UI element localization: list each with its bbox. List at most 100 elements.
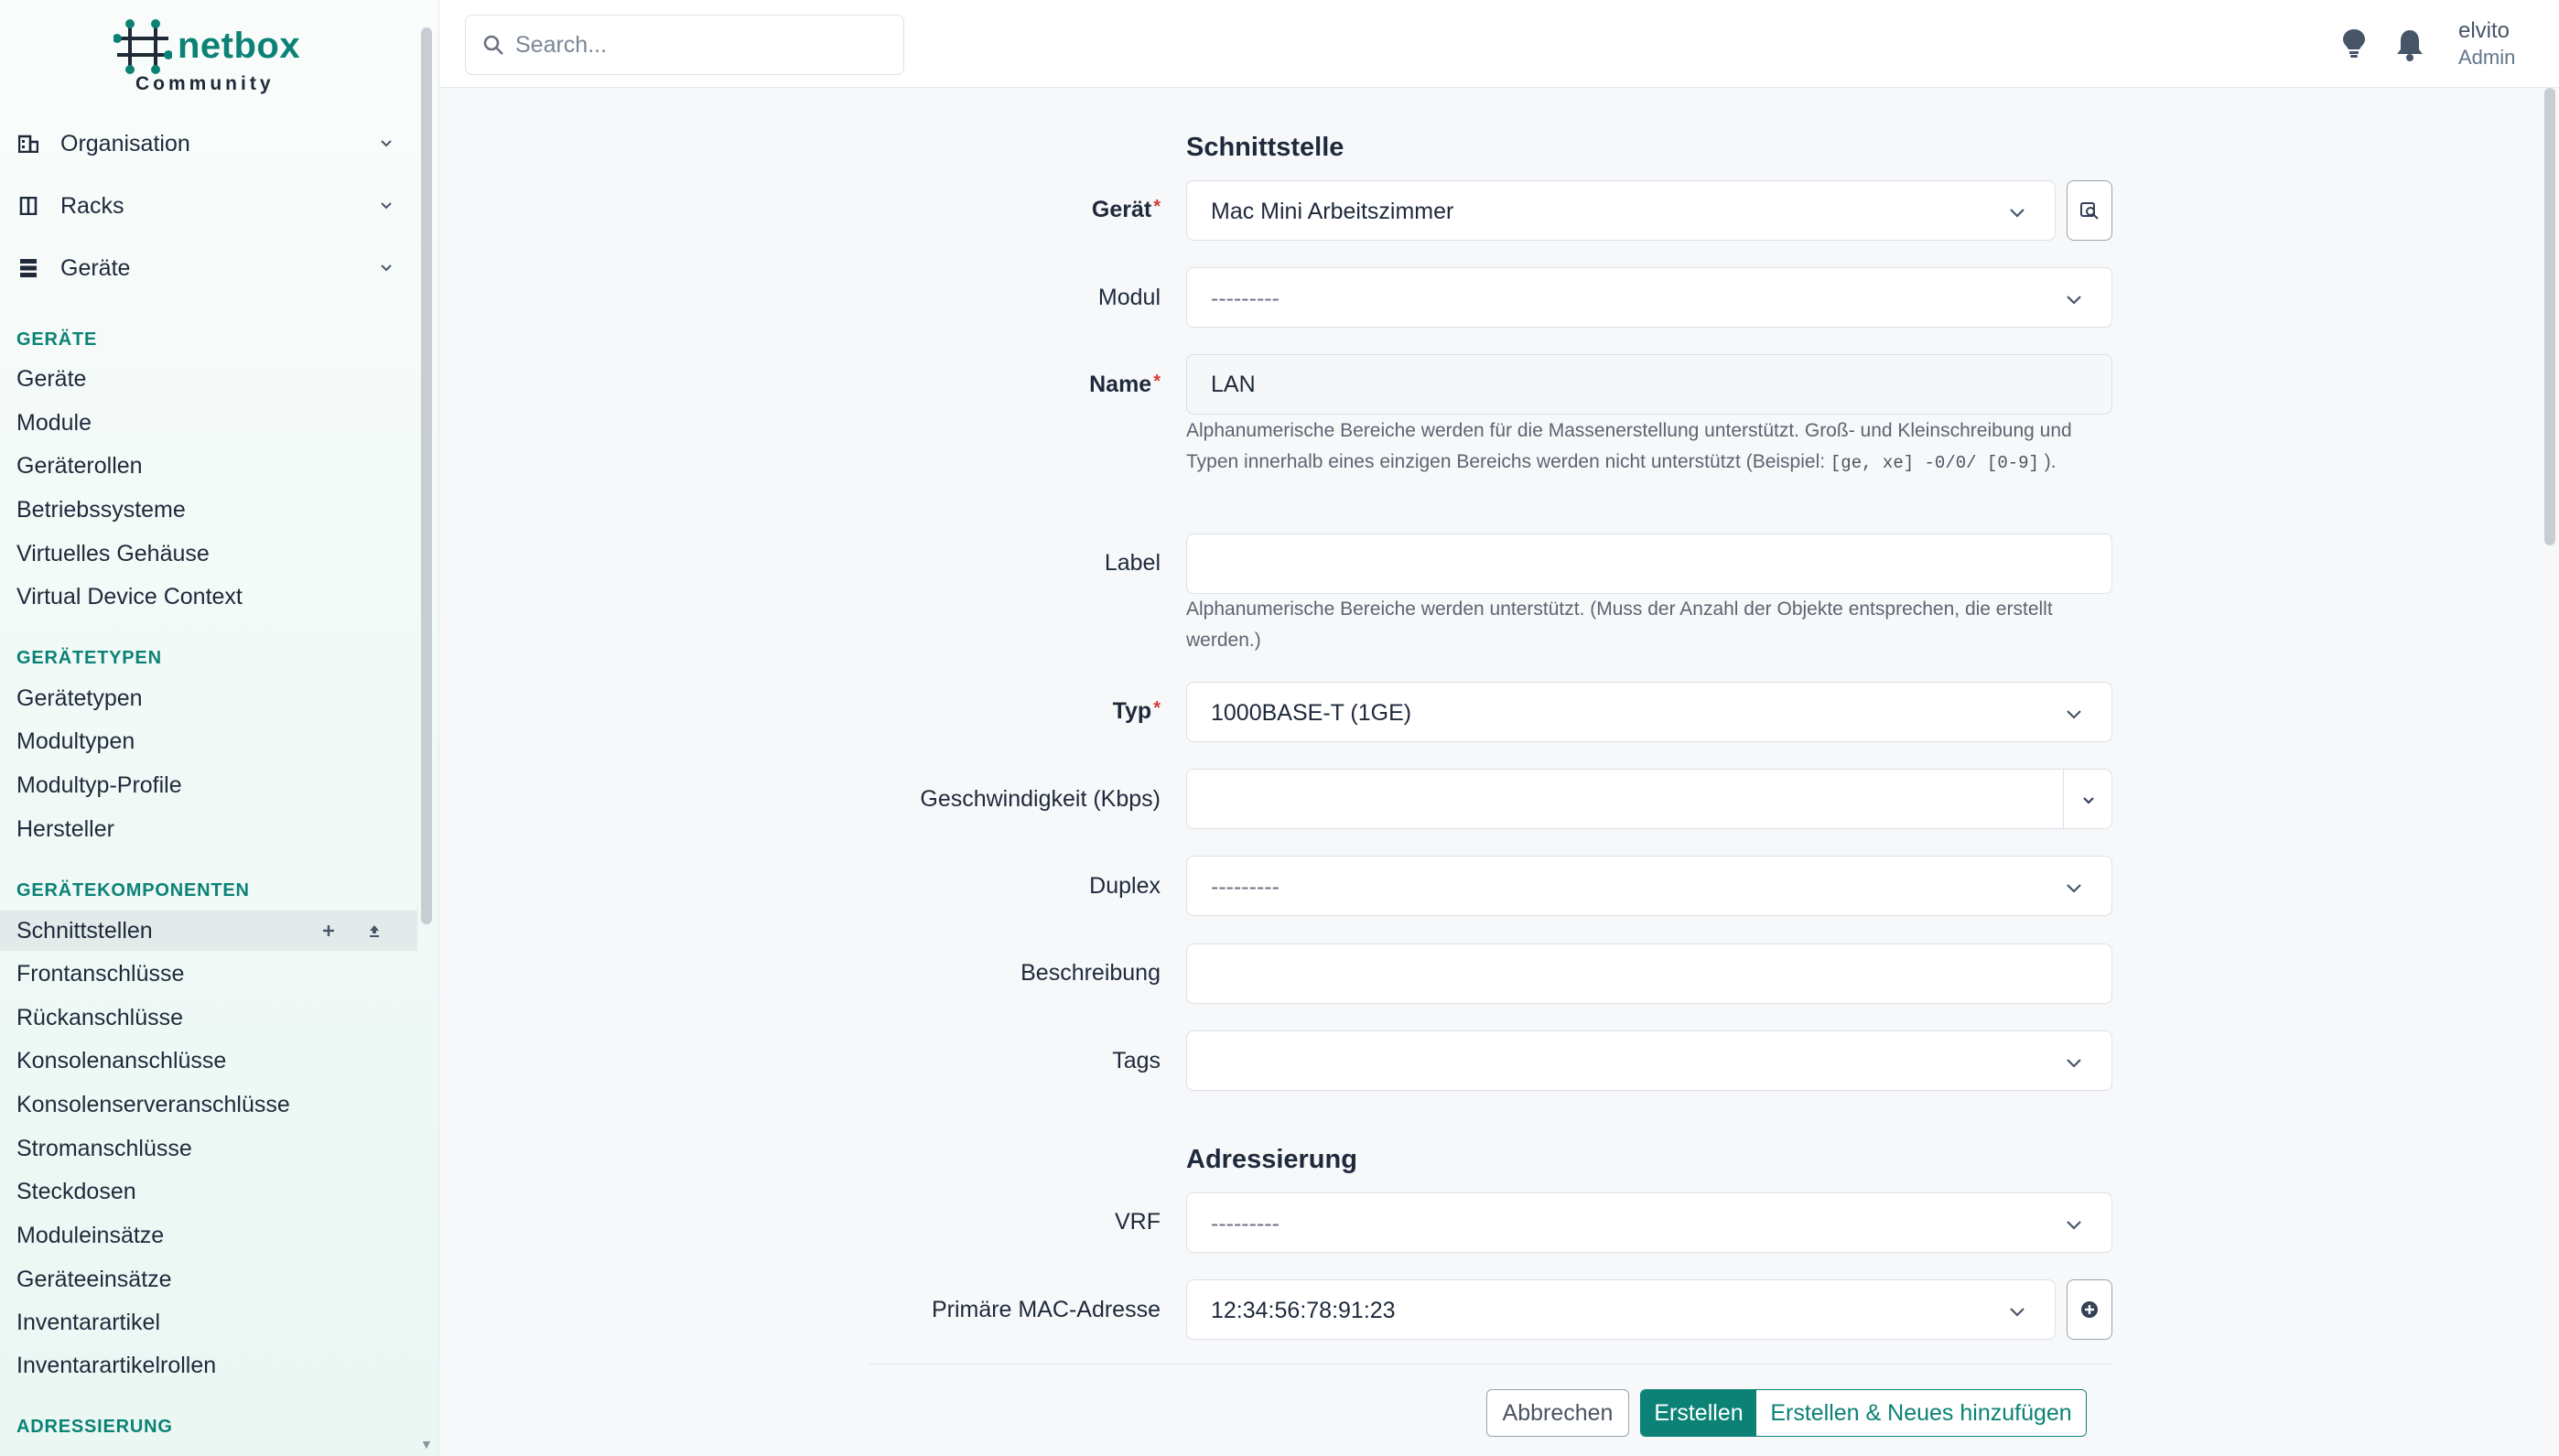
sidebar-item-console-ports[interactable]: Konsolenanschlüsse xyxy=(0,1041,417,1081)
device-select-value: Mac Mini Arbeitszimmer xyxy=(1211,199,1454,224)
required-marker: * xyxy=(1153,372,1161,392)
netbox-logo[interactable]: netbox Community xyxy=(110,16,311,99)
sidebar: netbox Community Organisation Racks Gerä… xyxy=(0,0,439,1456)
section-title-device-components: GERÄTEKOMPONENTEN xyxy=(16,880,250,901)
sidebar-item-manufacturers[interactable]: Hersteller xyxy=(0,809,417,849)
plus-icon[interactable] xyxy=(317,919,340,943)
sidebar-item-virtual-chassis[interactable]: Virtuelles Gehäuse xyxy=(0,534,417,574)
sidebar-item-inventory-items[interactable]: Inventarartikel xyxy=(0,1302,417,1343)
cancel-button[interactable]: Abbrechen xyxy=(1486,1389,1629,1437)
sidebar-item-device-bays[interactable]: Geräteeinsätze xyxy=(0,1259,417,1300)
sidebar-item-power-outlets[interactable]: Steckdosen xyxy=(0,1171,417,1212)
sidebar-item-label: Rückanschlüsse xyxy=(16,1004,184,1030)
sidebar-item-device-types[interactable]: Gerätetypen xyxy=(0,678,417,718)
building-icon xyxy=(16,132,40,156)
device-select[interactable]: Mac Mini Arbeitszimmer xyxy=(1186,180,2056,241)
description-input[interactable] xyxy=(1211,954,2043,994)
sidebar-item-module-type-profiles[interactable]: Modultyp-Profile xyxy=(0,765,417,805)
sidebar-item-rear-ports[interactable]: Rückanschlüsse xyxy=(0,998,417,1038)
sidebar-item-label: Betriebssysteme xyxy=(16,496,186,523)
chevron-down-icon xyxy=(381,202,392,210)
bell-icon[interactable] xyxy=(2394,27,2425,62)
sidebar-item-label: Gerätetypen xyxy=(16,685,143,711)
chevron-down-icon xyxy=(2067,710,2081,719)
duplex-select[interactable]: --------- xyxy=(1186,856,2112,916)
type-select[interactable]: 1000BASE-T (1GE) xyxy=(1186,682,2112,742)
create-and-add-button[interactable]: Erstellen & Neues hinzufügen xyxy=(1756,1390,2086,1436)
tags-label: Tags xyxy=(1112,1048,1161,1073)
sidebar-item-label: Schnittstellen xyxy=(16,917,153,944)
scroll-down-arrow-icon[interactable]: ▼ xyxy=(420,1437,433,1451)
sidebar-item-label: Steckdosen xyxy=(16,1178,136,1204)
sidebar-item-interfaces[interactable]: Schnittstellen xyxy=(0,911,417,951)
sidebar-item-label: Modultyp-Profile xyxy=(16,771,182,798)
menu-group-organisation[interactable]: Organisation xyxy=(0,118,417,169)
device-selector-button[interactable] xyxy=(2067,180,2112,241)
type-select-value: 1000BASE-T (1GE) xyxy=(1211,700,1412,726)
sidebar-item-label: Moduleinsätze xyxy=(16,1222,165,1248)
module-select-value: --------- xyxy=(1211,286,1280,311)
lightbulb-icon[interactable] xyxy=(2339,27,2369,60)
search-box[interactable] xyxy=(465,15,904,75)
sidebar-item-devices[interactable]: Geräte xyxy=(0,359,417,399)
menu-group-label: Geräte xyxy=(60,254,131,281)
sidebar-item-module-bays[interactable]: Moduleinsätze xyxy=(0,1215,417,1256)
sidebar-scrollbar[interactable] xyxy=(421,27,432,924)
sidebar-item-label: Frontanschlüsse xyxy=(16,960,185,987)
menu-group-label: Organisation xyxy=(60,130,190,156)
sidebar-item-console-server-ports[interactable]: Konsolenserveranschlüsse xyxy=(0,1084,417,1125)
label-input-field[interactable] xyxy=(1186,534,2112,594)
speed-input-field[interactable] xyxy=(1186,769,2112,829)
speed-input[interactable] xyxy=(1211,779,2016,819)
upload-icon[interactable] xyxy=(362,919,386,943)
user-menu[interactable]: elvito Admin xyxy=(2458,18,2515,70)
sidebar-item-modules[interactable]: Module xyxy=(0,403,417,443)
sidebar-item-front-ports[interactable]: Frontanschlüsse xyxy=(0,954,417,994)
module-label: Modul xyxy=(1097,285,1161,310)
duplex-select-value: --------- xyxy=(1211,874,1280,900)
sidebar-item-label: Virtuelles Gehäuse xyxy=(16,540,210,566)
search-icon xyxy=(483,35,503,55)
search-input[interactable] xyxy=(515,25,891,65)
section-title-devices: GERÄTE xyxy=(16,329,98,350)
add-mac-button[interactable] xyxy=(2067,1279,2112,1340)
sidebar-item-virtual-device-context[interactable]: Virtual Device Context xyxy=(0,577,417,617)
tags-select[interactable] xyxy=(1186,1030,2112,1091)
name-input[interactable] xyxy=(1211,364,2043,404)
description-input-field[interactable] xyxy=(1186,944,2112,1004)
sidebar-item-label: Geräterollen xyxy=(16,452,143,479)
mac-label: Primäre MAC-Adresse xyxy=(931,1297,1161,1322)
section-heading-addressing: Adressierung xyxy=(1186,1145,1357,1174)
section-title-addressing: ADRESSIERUNG xyxy=(16,1417,173,1437)
module-select[interactable]: --------- xyxy=(1186,267,2112,328)
duplex-label: Duplex xyxy=(1089,873,1161,899)
sidebar-item-inventory-item-roles[interactable]: Inventarartikelrollen xyxy=(0,1345,417,1386)
sidebar-item-power-ports[interactable]: Stromanschlüsse xyxy=(0,1128,417,1169)
device-label: Gerät * xyxy=(1091,197,1161,222)
sidebar-item-module-types[interactable]: Modultypen xyxy=(0,721,417,761)
user-name: elvito xyxy=(2458,18,2510,43)
plus-circle-icon xyxy=(2081,1301,2098,1318)
vrf-select[interactable]: --------- xyxy=(1186,1192,2112,1253)
create-button[interactable]: Erstellen xyxy=(1641,1390,1756,1436)
user-role: Admin xyxy=(2458,46,2516,69)
main-scrollbar[interactable] xyxy=(2544,88,2555,545)
required-marker: * xyxy=(1153,197,1161,217)
chevron-down-icon xyxy=(2010,1308,2025,1317)
sidebar-item-label: Stromanschlüsse xyxy=(16,1135,192,1161)
label-input[interactable] xyxy=(1211,544,2043,584)
mac-select[interactable]: 12:34:56:78:91:23 xyxy=(1186,1279,2056,1340)
menu-group-racks[interactable]: Racks xyxy=(0,180,417,232)
brand-edition: Community xyxy=(135,73,275,94)
menu-group-devices[interactable]: Geräte xyxy=(0,243,417,294)
netbox-logo-icon xyxy=(113,19,172,74)
name-input-field[interactable] xyxy=(1186,354,2112,415)
name-help-example: [ge, xe] -0/0/ [0-9] xyxy=(1830,453,2039,473)
brand-name: netbox xyxy=(178,26,301,66)
chevron-down-icon[interactable] xyxy=(2080,792,2097,808)
sidebar-item-label: Module xyxy=(16,409,92,436)
sidebar-item-label: Hersteller xyxy=(16,815,114,842)
sidebar-item-device-roles[interactable]: Geräterollen xyxy=(0,446,417,486)
section-heading-interface: Schnittstelle xyxy=(1186,133,1344,162)
sidebar-item-platforms[interactable]: Betriebssysteme xyxy=(0,490,417,530)
